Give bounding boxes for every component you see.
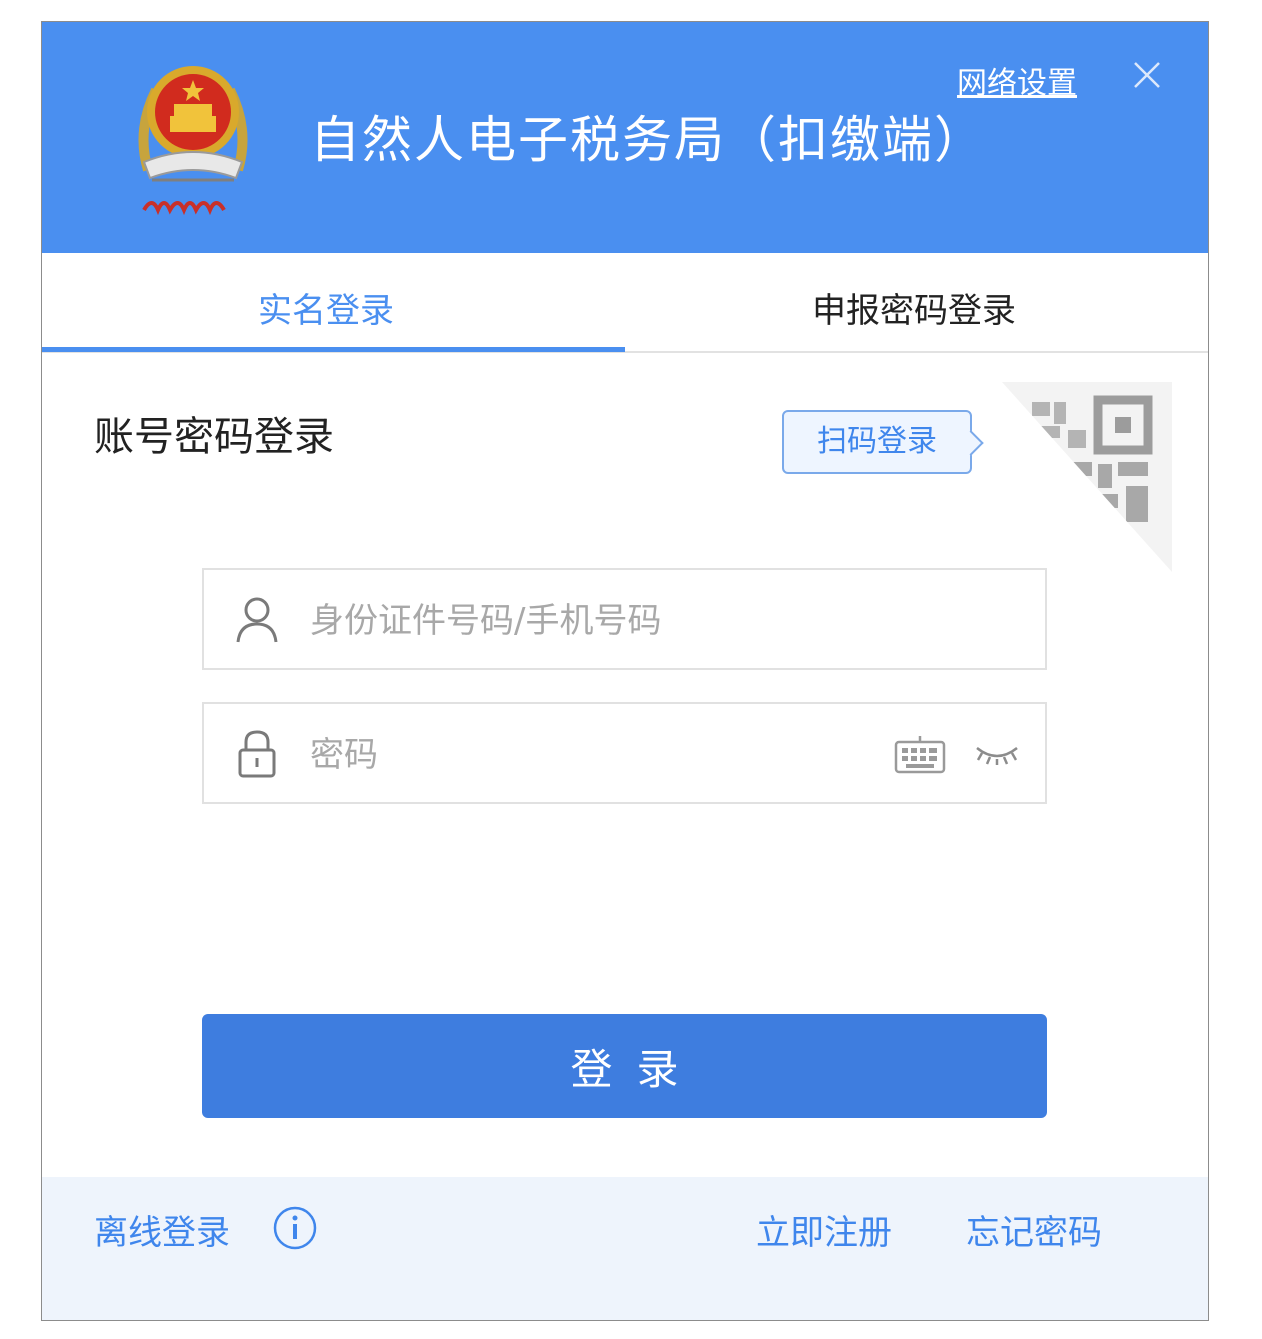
footer-bar: 离线登录 立即注册 忘记密码 bbox=[42, 1177, 1208, 1320]
login-tabs: 实名登录 申报密码登录 bbox=[42, 253, 1208, 353]
tax-emblem-logo bbox=[138, 66, 248, 216]
info-icon[interactable] bbox=[272, 1205, 318, 1251]
section-title: 账号密码登录 bbox=[94, 414, 334, 460]
close-icon[interactable] bbox=[1132, 60, 1162, 90]
lock-icon bbox=[238, 730, 276, 778]
login-window: 自然人电子税务局（扣缴端） 网络设置 实名登录 申报密码登录 账号密码登录 扫码… bbox=[41, 21, 1209, 1321]
password-field[interactable] bbox=[202, 702, 1047, 804]
login-button[interactable]: 登录 bbox=[202, 1014, 1047, 1118]
qr-login-tooltip[interactable]: 扫码登录 bbox=[782, 410, 972, 474]
user-icon bbox=[236, 597, 278, 643]
tab-declare-password-login[interactable]: 申报密码登录 bbox=[812, 283, 1016, 332]
active-tab-indicator bbox=[42, 347, 625, 352]
tab-real-name-login[interactable]: 实名登录 bbox=[258, 283, 394, 332]
register-link[interactable]: 立即注册 bbox=[756, 1205, 892, 1254]
app-title: 自然人电子税务局（扣缴端） bbox=[310, 111, 986, 169]
eye-closed-icon[interactable] bbox=[974, 740, 1020, 766]
id-number-input[interactable] bbox=[308, 590, 872, 652]
password-input[interactable] bbox=[308, 724, 872, 786]
forgot-password-link[interactable]: 忘记密码 bbox=[966, 1205, 1102, 1254]
title-bar: 自然人电子税务局（扣缴端） 网络设置 bbox=[42, 22, 1208, 253]
keyboard-icon[interactable] bbox=[894, 734, 946, 774]
id-number-field[interactable] bbox=[202, 568, 1047, 670]
network-settings-link[interactable]: 网络设置 bbox=[957, 58, 1077, 102]
qr-code-icon[interactable] bbox=[1002, 382, 1172, 572]
offline-login-link[interactable]: 离线登录 bbox=[94, 1205, 230, 1254]
